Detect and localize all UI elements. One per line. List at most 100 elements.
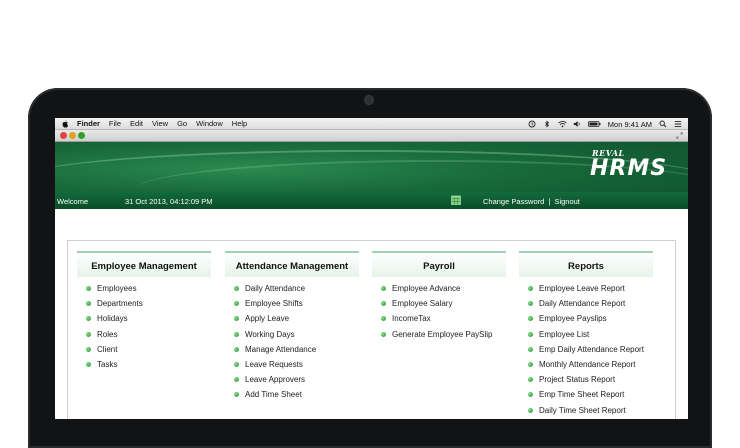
- column-attendance-management: Attendance Management Daily Attendance E…: [225, 251, 359, 403]
- list-item[interactable]: Tasks: [77, 357, 211, 372]
- bullet-icon: [234, 331, 239, 337]
- bullet-icon: [528, 331, 533, 337]
- list-item[interactable]: Leave Approvers: [225, 372, 359, 387]
- menu-view[interactable]: View: [152, 119, 168, 128]
- zoom-window-button[interactable]: [78, 132, 85, 139]
- list-item[interactable]: Manage Attendance: [225, 342, 359, 357]
- time-machine-icon[interactable]: [528, 120, 536, 128]
- list-item[interactable]: IncomeTax: [372, 311, 506, 326]
- bluetooth-icon[interactable]: [543, 120, 551, 128]
- close-window-button[interactable]: [60, 132, 67, 139]
- bullet-icon: [528, 392, 533, 398]
- list-item[interactable]: Holidays: [77, 311, 211, 326]
- list-item[interactable]: Employee Payslips: [519, 311, 653, 326]
- menu-edit[interactable]: Edit: [130, 119, 143, 128]
- menu-list: Employee Leave Report Daily Attendance R…: [519, 281, 653, 418]
- reval-hrms-logo[interactable]: REVAL HRMS: [590, 148, 682, 188]
- menu-file[interactable]: File: [109, 119, 121, 128]
- list-item[interactable]: Emp Time Sheet Report: [519, 387, 653, 402]
- bullet-icon: [234, 377, 239, 383]
- column-reports: Reports Employee Leave Report Daily Atte…: [519, 251, 653, 418]
- signout-link[interactable]: Signout: [554, 197, 579, 206]
- bullet-icon: [381, 316, 386, 322]
- bullet-icon: [381, 301, 386, 307]
- list-item[interactable]: Project Status Report: [519, 372, 653, 387]
- bullet-icon: [234, 361, 239, 367]
- list-item[interactable]: Working Days: [225, 327, 359, 342]
- fullscreen-icon[interactable]: [676, 132, 683, 139]
- bullet-icon: [234, 316, 239, 322]
- column-title: Employee Management: [77, 251, 211, 277]
- account-links: Change Password | Signout: [483, 197, 580, 206]
- list-item[interactable]: Employee Shifts: [225, 296, 359, 311]
- bullet-icon: [528, 346, 533, 352]
- screen: Finder File Edit View Go Window Help Mon…: [55, 118, 688, 419]
- menubar-status: Mon 9:41 AM: [528, 118, 682, 130]
- menu-list: Daily Attendance Employee Shifts Apply L…: [225, 281, 359, 403]
- list-item[interactable]: Employee Salary: [372, 296, 506, 311]
- list-item[interactable]: Employee Leave Report: [519, 281, 653, 296]
- list-item[interactable]: Leave Requests: [225, 357, 359, 372]
- bullet-icon: [528, 286, 533, 291]
- menu-list: Employees Departments Holidays Roles Cli…: [77, 281, 211, 372]
- menu-list: Employee Advance Employee Salary IncomeT…: [372, 281, 506, 342]
- calendar-icon[interactable]: [451, 195, 461, 205]
- list-item[interactable]: Apply Leave: [225, 311, 359, 326]
- list-item[interactable]: Daily Attendance Report: [519, 296, 653, 311]
- wifi-icon[interactable]: [558, 120, 567, 128]
- mac-menubar: Finder File Edit View Go Window Help Mon…: [55, 118, 688, 130]
- bullet-icon: [234, 301, 239, 307]
- bullet-icon: [528, 301, 533, 307]
- volume-icon[interactable]: [573, 120, 581, 128]
- menu-help[interactable]: Help: [232, 119, 247, 128]
- menubar-clock[interactable]: Mon 9:41 AM: [608, 120, 652, 129]
- list-item[interactable]: Roles: [77, 327, 211, 342]
- column-title: Payroll: [372, 251, 506, 277]
- minimize-window-button[interactable]: [69, 132, 76, 139]
- logo-hrms-text: HRMS: [590, 156, 668, 181]
- list-item[interactable]: Departments: [77, 296, 211, 311]
- dashboard-panel: Employee Management Employees Department…: [67, 240, 676, 419]
- battery-icon[interactable]: [587, 120, 601, 128]
- bullet-icon: [381, 286, 386, 291]
- list-item[interactable]: Generate Employee PaySlip: [372, 327, 506, 342]
- bullet-icon: [528, 407, 533, 413]
- list-item[interactable]: Emp Daily Attendance Report: [519, 342, 653, 357]
- bullet-icon: [86, 331, 91, 337]
- menu-list-icon[interactable]: [674, 120, 682, 128]
- bullet-icon: [86, 361, 91, 367]
- app-header: REVAL HRMS Welcome 31 Oct 2013, 04:12:09…: [55, 142, 688, 209]
- change-password-link[interactable]: Change Password: [483, 197, 544, 206]
- link-separator: |: [548, 197, 551, 206]
- bullet-icon: [528, 377, 533, 383]
- menu-go[interactable]: Go: [177, 119, 187, 128]
- list-item[interactable]: Add Time Sheet: [225, 387, 359, 402]
- bullet-icon: [86, 286, 91, 291]
- bullet-icon: [381, 331, 386, 337]
- welcome-text: Welcome: [57, 197, 89, 206]
- bullet-icon: [528, 316, 533, 322]
- list-item[interactable]: Daily Time Sheet Report: [519, 403, 653, 418]
- camera-icon: [365, 96, 373, 104]
- list-item[interactable]: Employees: [77, 281, 211, 296]
- apple-icon[interactable]: [61, 119, 69, 128]
- column-title: Reports: [519, 251, 653, 277]
- spotlight-icon[interactable]: [659, 120, 667, 128]
- column-payroll: Payroll Employee Advance Employee Salary…: [372, 251, 506, 342]
- menu-app[interactable]: Finder: [77, 119, 100, 128]
- bullet-icon: [234, 392, 239, 398]
- menu-window[interactable]: Window: [196, 119, 223, 128]
- bullet-icon: [528, 361, 533, 367]
- list-item[interactable]: Employee List: [519, 327, 653, 342]
- bullet-icon: [234, 286, 239, 291]
- bullet-icon: [86, 316, 91, 322]
- list-item[interactable]: Daily Attendance: [225, 281, 359, 296]
- current-datetime: 31 Oct 2013, 04:12:09 PM: [125, 197, 213, 206]
- list-item[interactable]: Client: [77, 342, 211, 357]
- column-employee-management: Employee Management Employees Department…: [77, 251, 211, 372]
- bullet-icon: [234, 346, 239, 352]
- window-titlebar: [55, 130, 688, 142]
- list-item[interactable]: Employee Advance: [372, 281, 506, 296]
- list-item[interactable]: Monthly Attendance Report: [519, 357, 653, 372]
- bullet-icon: [86, 301, 91, 307]
